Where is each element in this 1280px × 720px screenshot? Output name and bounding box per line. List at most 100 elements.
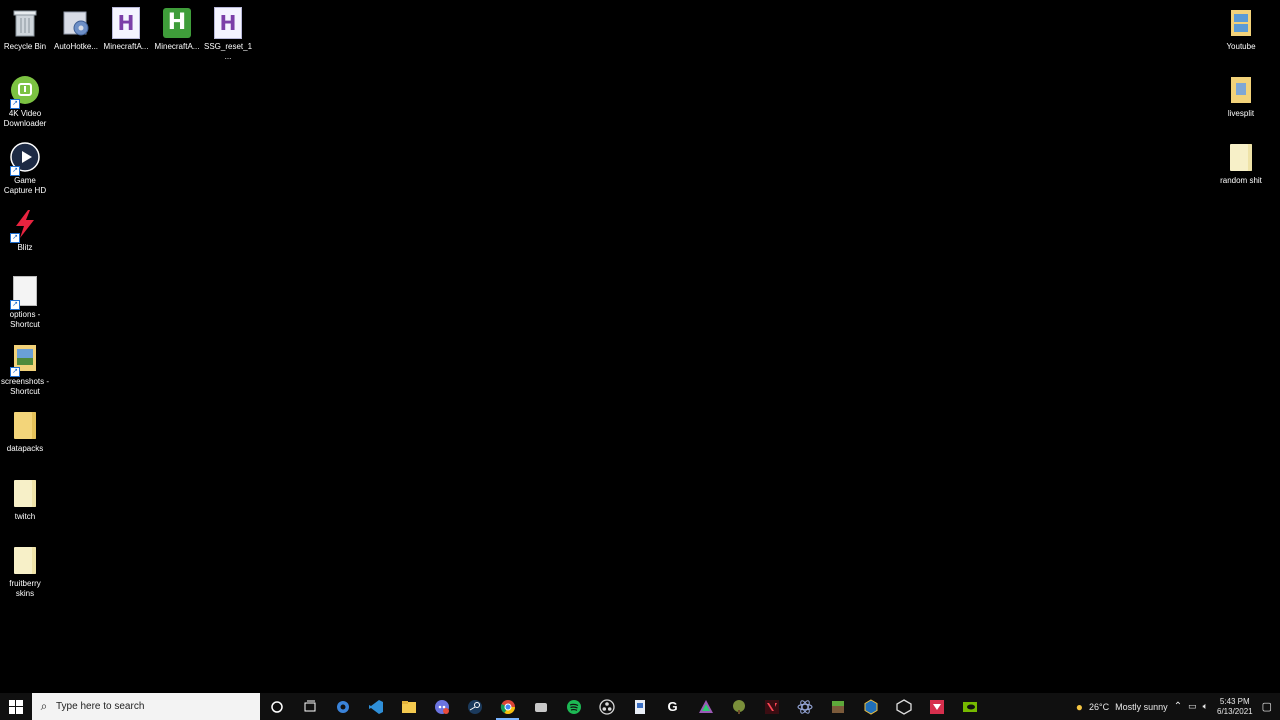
windows-logo-icon: [9, 699, 23, 714]
weather-description[interactable]: Mostly sunny: [1112, 702, 1171, 712]
cortana-button[interactable]: [260, 693, 293, 720]
document-icon: [634, 699, 645, 714]
folder-icon: [8, 408, 42, 442]
desktop-icon-label: MinecraftA...: [154, 42, 200, 51]
taskbar-app-generic-2[interactable]: [623, 693, 656, 720]
ahk-exe-icon: H: [160, 6, 194, 40]
desktop-icon-label: datapacks: [6, 444, 44, 453]
nvidia-icon: [962, 701, 977, 712]
taskbar-app-file-explorer[interactable]: [392, 693, 425, 720]
desktop-icon-label: fruitberry skins: [9, 579, 41, 598]
steam-icon: [467, 699, 482, 714]
taskbar-search-box[interactable]: ⌕ Type here to search: [32, 693, 260, 720]
cortana-ring-icon: [270, 700, 283, 713]
desktop-icon-label: twitch: [14, 512, 36, 521]
desktop-icon-autohotkey[interactable]: AutoHotke...: [51, 6, 101, 52]
app-icon: [895, 698, 912, 715]
obs-icon: [598, 698, 615, 715]
desktop-icon-datapacks[interactable]: datapacks: [0, 408, 50, 454]
play-circle-icon: ↗: [8, 140, 42, 176]
taskbar-app-discord[interactable]: [425, 693, 458, 720]
desktop-icon-label: 4K Video Downloader: [3, 109, 47, 128]
code-editor-icon: [368, 699, 383, 714]
desktop-icon-screenshots-shortcut[interactable]: ↗ screenshots - Shortcut: [0, 341, 50, 397]
4k-downloader-icon: ↗: [8, 73, 42, 109]
logitech-g-icon: G: [667, 699, 678, 714]
taskbar-clock[interactable]: 5:43 PM 6/13/2021: [1211, 697, 1259, 717]
folder-icon: [1224, 140, 1258, 174]
taskbar-app-generic-5[interactable]: [854, 693, 887, 720]
desktop-icon-random[interactable]: random shit: [1216, 140, 1266, 186]
weather-sun-icon[interactable]: ●: [1073, 700, 1086, 714]
desktop-icon-youtube[interactable]: Youtube: [1216, 6, 1266, 52]
weather-temperature[interactable]: 26°C: [1086, 702, 1112, 712]
tree-icon: [732, 699, 745, 714]
taskbar-app-valorant[interactable]: [755, 693, 788, 720]
taskbar-app-logitech[interactable]: G: [656, 693, 689, 720]
taskbar-app-steam[interactable]: [458, 693, 491, 720]
taskbar-app-generic-7[interactable]: [920, 693, 953, 720]
clock-date: 6/13/2021: [1217, 706, 1253, 716]
desktop-icon-label: Youtube: [1226, 42, 1256, 51]
taskbar-app-generic-3[interactable]: [689, 693, 722, 720]
desktop-icon-4k-video-downloader[interactable]: ↗ 4K Video Downloader: [0, 73, 50, 129]
desktop-icon-label: MinecraftA...: [103, 42, 149, 51]
desktop-icon-label: AutoHotke...: [53, 42, 99, 51]
chrome-icon: [500, 699, 515, 714]
taskbar-app-chrome[interactable]: [491, 693, 524, 720]
taskbar-app-obs[interactable]: [590, 693, 623, 720]
taskbar-app-spotify[interactable]: [557, 693, 590, 720]
search-icon: ⌕: [40, 699, 48, 713]
app-icon: [929, 699, 944, 714]
desktop-icon-label: Game Capture HD: [3, 176, 47, 195]
atom-icon: [797, 699, 812, 714]
taskbar: ⌕ Type here to search G ● 26°C Mostly su…: [0, 693, 1280, 720]
taskbar-app-vscode[interactable]: [359, 693, 392, 720]
desktop-icon-minecraft-ahk-2[interactable]: H MinecraftA...: [152, 6, 202, 52]
clock-time: 5:43 PM: [1219, 696, 1250, 706]
valorant-icon: [764, 699, 779, 714]
text-file-icon: ↗: [8, 274, 42, 310]
notification-icon[interactable]: ▢: [1259, 700, 1280, 713]
spotify-icon: [566, 699, 581, 714]
shortcut-arrow-icon: ↗: [10, 233, 20, 243]
desktop-icon-twitch[interactable]: twitch: [0, 476, 50, 522]
desktop-icon-fruitberry-skins[interactable]: fruitberry skins: [0, 543, 50, 599]
discord-icon: [434, 699, 449, 714]
image-folder-icon: ↗: [8, 341, 42, 377]
desktop-icon-recycle-bin[interactable]: Recycle Bin: [0, 6, 50, 52]
desktop-icon-label: livesplit: [1227, 109, 1255, 118]
recycle-bin-icon: [8, 6, 42, 40]
desktop-icon-blitz[interactable]: ↗ Blitz: [0, 207, 50, 253]
taskbar-app-generic-6[interactable]: [887, 693, 920, 720]
network-icon[interactable]: ▭: [1185, 701, 1200, 712]
shortcut-arrow-icon: ↗: [10, 367, 20, 377]
desktop[interactable]: Recycle Bin AutoHotke... H MinecraftA...…: [0, 0, 1280, 693]
folder-icon: [8, 543, 42, 577]
chevron-up-icon[interactable]: ⌃: [1171, 701, 1185, 712]
task-view-icon: [304, 700, 315, 711]
desktop-icon-label: random shit: [1220, 176, 1262, 185]
taskbar-app-minecraft[interactable]: [821, 693, 854, 720]
folder-icon: [1224, 6, 1258, 40]
desktop-icon-livesplit[interactable]: livesplit: [1216, 73, 1266, 119]
taskbar-app-edge[interactable]: [326, 693, 359, 720]
desktop-icon-label: SSG_reset_1...: [203, 42, 253, 61]
taskbar-app-nvidia[interactable]: [953, 693, 986, 720]
desktop-icon-label: Recycle Bin: [3, 42, 47, 51]
desktop-icon-minecraft-ahk-1[interactable]: H MinecraftA...: [101, 6, 151, 52]
taskbar-app-react[interactable]: [788, 693, 821, 720]
desktop-icon-ssg-reset[interactable]: H SSG_reset_1...: [203, 6, 253, 62]
taskbar-app-generic-1[interactable]: [524, 693, 557, 720]
start-button[interactable]: [0, 693, 32, 720]
task-view-button[interactable]: [293, 693, 326, 720]
taskbar-app-generic-4[interactable]: [722, 693, 755, 720]
desktop-icon-game-capture-hd[interactable]: ↗ Game Capture HD: [0, 140, 50, 196]
desktop-icon-label: options - Shortcut: [9, 310, 41, 329]
volume-icon[interactable]: 🔈︎: [1200, 701, 1211, 712]
desktop-icon-options-shortcut[interactable]: ↗ options - Shortcut: [0, 274, 50, 330]
system-tray: ● 26°C Mostly sunny ⌃ ▭ 🔈︎ 5:43 PM 6/13/…: [1073, 693, 1280, 720]
shortcut-arrow-icon: ↗: [10, 300, 20, 310]
browser-icon: [336, 700, 349, 713]
folder-icon: [8, 476, 42, 510]
